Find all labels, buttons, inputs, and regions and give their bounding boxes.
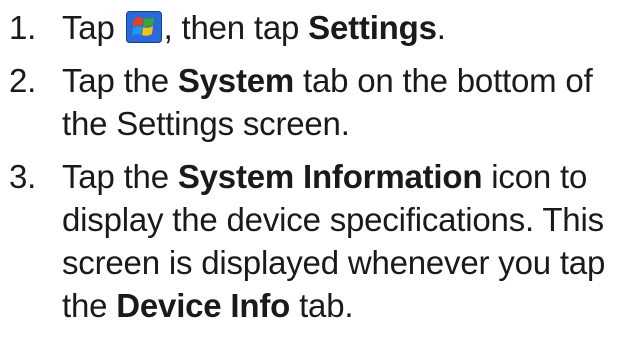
step-text: Tap the xyxy=(62,62,169,99)
step-1: 1. Tap , then tap Settings. xyxy=(0,6,624,49)
system-information-label: System Information xyxy=(177,158,483,195)
device-info-label: Device Info xyxy=(116,287,291,324)
step-number: 1. xyxy=(9,9,37,46)
step-text: . xyxy=(436,9,446,46)
system-tab-label: System xyxy=(177,62,295,99)
step-text: , then tap xyxy=(163,9,300,46)
windows-start-icon xyxy=(125,11,162,43)
step-text: tab. xyxy=(299,287,354,324)
step-2: 2. Tap the System tab on the bottom of t… xyxy=(0,59,624,145)
step-number: 3. xyxy=(9,158,37,195)
settings-label: Settings xyxy=(308,9,437,46)
step-number: 2. xyxy=(9,62,37,99)
step-text: Tap xyxy=(62,9,115,46)
step-3: 3. Tap the System Information icon to di… xyxy=(0,155,624,327)
step-text: Tap the xyxy=(62,158,169,195)
instruction-list: 1. Tap , then tap Settings. 2. Tap the S… xyxy=(0,6,624,327)
